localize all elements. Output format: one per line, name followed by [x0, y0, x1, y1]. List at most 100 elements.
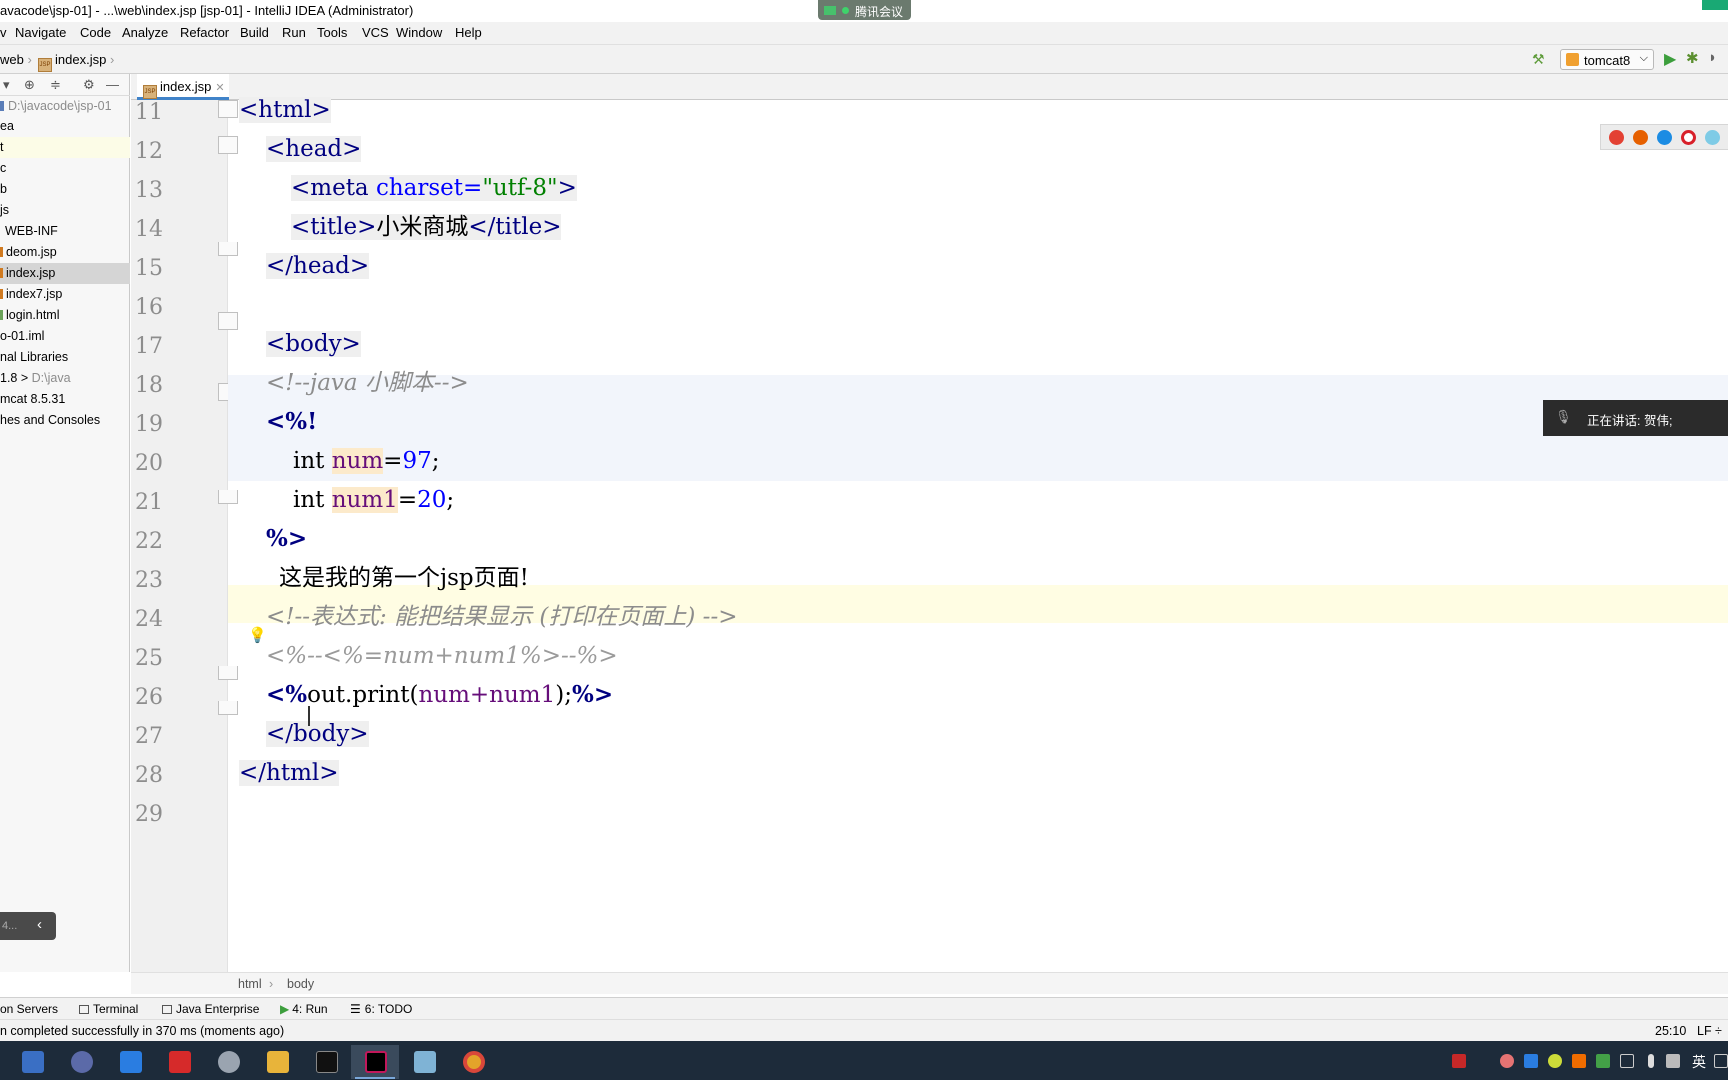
crumb-body[interactable]: body — [287, 977, 314, 991]
code-line-19[interactable]: <%! — [266, 403, 317, 441]
code-line-28[interactable]: </html> — [239, 754, 339, 792]
locate-icon[interactable]: ⊕ — [24, 77, 35, 93]
taskbar-app-terminal[interactable] — [302, 1045, 350, 1079]
tree-item-index-jsp[interactable]: index.jsp — [0, 263, 130, 284]
ie-icon[interactable] — [1705, 130, 1720, 145]
opera-icon[interactable] — [1681, 130, 1696, 145]
tree-item-iml[interactable]: o-01.iml — [0, 326, 130, 347]
tree-item-idea[interactable]: ea — [0, 116, 130, 137]
gear-icon[interactable]: ⚙ — [83, 77, 95, 93]
tree-item-jdk[interactable]: 1.8 > D:\java — [0, 368, 130, 389]
code-line-13[interactable]: <meta charset="utf-8"> — [291, 169, 577, 207]
safari-icon[interactable] — [1657, 130, 1672, 145]
taskbar-app-chrome[interactable] — [449, 1045, 497, 1079]
code-line-17[interactable]: <body> — [266, 325, 361, 363]
collapse-all-icon[interactable]: ≑ — [50, 77, 61, 93]
chrome-icon[interactable] — [1609, 130, 1624, 145]
tool-todo[interactable]: ☰ 6: TODO — [350, 1002, 412, 1016]
code-line-14[interactable]: <title>小米商城</title> — [291, 208, 562, 246]
code-line-24[interactable]: <!--表达式: 能把结果显示 (打印在页面上) --> — [266, 598, 738, 636]
run-icon[interactable]: ▶ — [1664, 49, 1676, 69]
menu-analyze[interactable]: Analyze — [122, 25, 168, 40]
debug-icon[interactable]: ✱ — [1686, 49, 1699, 67]
code-line-20[interactable]: int num=97; — [293, 442, 439, 480]
status-message[interactable]: n completed successfully in 370 ms (mome… — [0, 1024, 284, 1038]
taskbar-app-notes[interactable] — [400, 1045, 448, 1079]
menu-run[interactable]: Run — [282, 25, 306, 40]
line-separator[interactable]: LF ÷ — [1697, 1024, 1722, 1038]
code-line-15[interactable]: </head> — [266, 247, 370, 285]
tray-app-icon[interactable] — [1548, 1054, 1562, 1068]
code-line-25[interactable]: <%--<%=num+num1%>--%> — [266, 637, 618, 675]
tab-index-jsp[interactable]: JSP index.jsp ✕ — [137, 74, 229, 100]
speaker-muted-icon[interactable] — [1666, 1054, 1680, 1068]
code-line-11[interactable]: <html> — [239, 91, 331, 129]
tree-item-tomcat[interactable]: mcat 8.5.31 — [0, 389, 130, 410]
coverage-icon[interactable]: ◗ — [1708, 49, 1717, 66]
taskbar-app-dolphin[interactable] — [57, 1045, 105, 1079]
tool-terminal[interactable]: Terminal — [79, 1002, 138, 1016]
code-line-21[interactable]: int num1=20; — [293, 481, 454, 519]
menu-view[interactable]: v — [0, 25, 7, 40]
floating-collapse-widget[interactable]: 4... ‹ — [0, 912, 56, 940]
code-editor[interactable]: 11 12 13 14 15 16 17 18 19 20 21 22 23 2… — [131, 97, 1728, 972]
keyboard-icon[interactable] — [1714, 1054, 1728, 1068]
fold-end-marker-icon[interactable] — [218, 701, 238, 715]
fold-marker-icon[interactable] — [218, 312, 238, 330]
code-line-27[interactable]: </body> — [266, 715, 369, 753]
menu-code[interactable]: Code — [80, 25, 111, 40]
tree-item-out[interactable]: t — [0, 137, 130, 158]
meeting-tray-icon[interactable] — [1524, 1054, 1538, 1068]
tree-item-js[interactable]: js — [0, 200, 130, 221]
tool-run[interactable]: ▶ 4: Run — [280, 1002, 328, 1016]
monitor-icon[interactable] — [1620, 1054, 1634, 1068]
shield-icon[interactable] — [1596, 1054, 1610, 1068]
microphone-icon[interactable] — [1648, 1054, 1654, 1068]
crumb-html[interactable]: html — [238, 977, 262, 991]
menu-help[interactable]: Help — [455, 25, 482, 40]
caret-position[interactable]: 25:10 — [1655, 1024, 1686, 1038]
taskbar-app-intellij[interactable] — [351, 1045, 399, 1079]
hide-icon[interactable]: — — [106, 77, 119, 92]
tree-root[interactable]: D:\javacode\jsp-01 — [0, 96, 130, 117]
hammer-icon[interactable]: ⚒ — [1532, 51, 1548, 67]
tray-app-icon[interactable] — [1500, 1054, 1514, 1068]
menu-window[interactable]: Window — [396, 25, 442, 40]
lightbulb-icon[interactable]: 💡 — [248, 626, 267, 644]
fold-end-marker-icon[interactable] — [218, 242, 238, 256]
tree-item-web-inf[interactable]: WEB-INF — [0, 221, 130, 242]
taskbar-app-explorer[interactable] — [253, 1045, 301, 1079]
tree-item-web[interactable]: b — [0, 179, 130, 200]
code-line-22[interactable]: %> — [266, 520, 307, 558]
tool-java-enterprise[interactable]: Java Enterprise — [162, 1002, 259, 1016]
wps-tray-icon[interactable] — [1452, 1054, 1466, 1068]
taskbar-app-wps[interactable] — [155, 1045, 203, 1079]
code-line-18[interactable]: <!--java 小脚本--> — [266, 364, 469, 402]
tree-item-login-html[interactable]: login.html — [0, 305, 130, 326]
meeting-indicator[interactable]: 腾讯会议 — [818, 0, 911, 20]
tree-item-index7-jsp[interactable]: index7.jsp — [0, 284, 130, 305]
code-line-23[interactable]: 这是我的第一个jsp页面! — [279, 559, 529, 597]
dropdown-arrow-icon[interactable]: ▾ — [3, 77, 10, 93]
tree-item-scratches[interactable]: hes and Consoles — [0, 410, 130, 431]
tray-app-icon[interactable] — [1572, 1054, 1586, 1068]
code-line-12[interactable]: <head> — [266, 130, 362, 168]
run-configuration-select[interactable]: tomcat8 ⌵ — [1560, 49, 1654, 70]
close-icon[interactable]: ✕ — [215, 82, 224, 94]
tool-app-servers[interactable]: on Servers — [0, 1002, 58, 1016]
menu-refactor[interactable]: Refactor — [180, 25, 229, 40]
fold-end-marker-icon[interactable] — [218, 490, 238, 504]
breadcrumb-web[interactable]: web › — [0, 52, 32, 67]
fold-marker-icon[interactable] — [218, 100, 238, 118]
fold-end-marker-icon[interactable] — [218, 666, 238, 680]
firefox-icon[interactable] — [1633, 130, 1648, 145]
tree-item-deom-jsp[interactable]: deom.jsp — [0, 242, 130, 263]
input-language[interactable]: 英 — [1692, 1052, 1706, 1072]
menu-tools[interactable]: Tools — [317, 25, 347, 40]
menu-vcs[interactable]: VCS — [362, 25, 389, 40]
fold-marker-icon[interactable] — [218, 136, 238, 154]
menu-build[interactable]: Build — [240, 25, 269, 40]
code-line-26[interactable]: <%out.print(num+num1);%> — [266, 676, 613, 714]
taskbar-app-visio[interactable] — [8, 1045, 56, 1079]
menu-navigate[interactable]: Navigate — [15, 25, 66, 40]
